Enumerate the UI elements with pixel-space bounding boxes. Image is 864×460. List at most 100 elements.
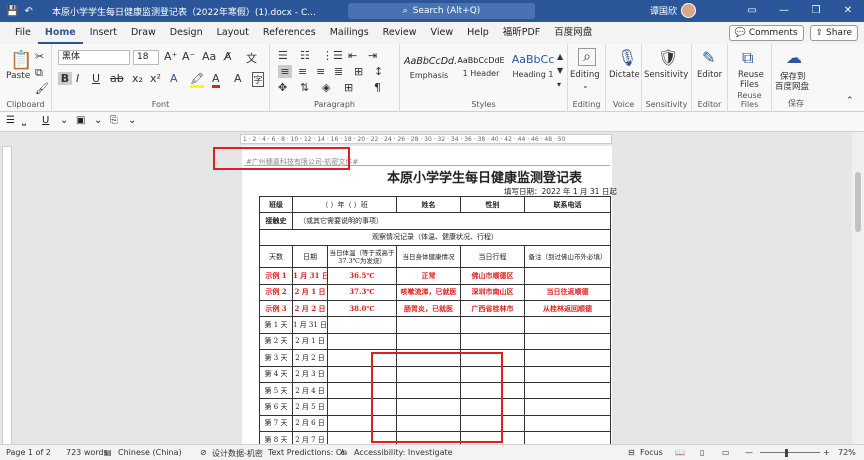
language[interactable]: Chinese (China) xyxy=(118,448,182,457)
align-center-icon[interactable]: ≡ xyxy=(298,65,307,78)
note-cell[interactable] xyxy=(524,381,612,400)
superscript-icon[interactable]: x² xyxy=(150,72,161,85)
increase-indent-icon[interactable]: ⇥ xyxy=(368,49,377,62)
vertical-scrollbar[interactable] xyxy=(852,132,864,444)
underline-quick-icon[interactable]: U xyxy=(42,115,49,126)
tab-view[interactable]: View xyxy=(424,22,461,44)
tab-mailings[interactable]: Mailings xyxy=(323,22,376,44)
strikethrough-icon[interactable]: ab xyxy=(110,72,124,85)
temperature-cell[interactable]: 37.3℃ xyxy=(326,283,398,301)
align-left-icon[interactable]: ≡ xyxy=(278,65,292,78)
baidu-netdisk-label[interactable]: 百度网盘 xyxy=(775,80,809,92)
align-right-icon[interactable]: ≡ xyxy=(316,65,325,78)
files-label[interactable]: Files xyxy=(740,80,759,90)
note-cell[interactable] xyxy=(524,365,612,383)
border-icon[interactable]: ▣ xyxy=(76,115,85,126)
enclose-character-icon[interactable]: 字 xyxy=(252,72,264,87)
zoom-level[interactable]: 72% xyxy=(838,448,856,457)
style-1-header[interactable]: AaBbCcDdE 1 Header xyxy=(456,50,506,88)
tab-design[interactable]: Design xyxy=(163,22,210,44)
date-cell[interactable]: 2 月 3 日 xyxy=(292,365,328,383)
day-cell[interactable]: 示例 1 xyxy=(259,267,293,285)
subscript-icon[interactable]: x₂ xyxy=(132,72,143,85)
text-predictions[interactable]: Text Predictions: On xyxy=(268,448,347,457)
note-cell[interactable] xyxy=(524,332,612,351)
tab-baidu-netdisk[interactable]: 百度网盘 xyxy=(547,22,599,44)
tab-foxit-pdf[interactable]: 福昕PDF xyxy=(496,22,548,44)
restore-icon[interactable]: ❐ xyxy=(800,0,832,22)
tab-review[interactable]: Review xyxy=(376,22,424,44)
text-box-icon[interactable]: ⎵ xyxy=(22,115,26,126)
day-cell[interactable]: 示例 2 xyxy=(259,283,293,301)
tab-insert[interactable]: Insert xyxy=(83,22,124,44)
tab-help[interactable]: Help xyxy=(460,22,496,44)
temperature-cell[interactable]: 36.5℃ xyxy=(326,267,398,285)
temperature-cell[interactable] xyxy=(326,332,398,351)
trip-cell[interactable]: 广西省桂林市 xyxy=(460,299,526,318)
numbering-icon[interactable]: ☷ xyxy=(300,49,310,62)
health-cell[interactable] xyxy=(396,332,462,351)
zoom-slider-handle[interactable] xyxy=(785,449,788,457)
note-cell[interactable] xyxy=(524,398,612,416)
note-cell[interactable] xyxy=(524,349,612,367)
trip-cell[interactable] xyxy=(460,332,526,351)
note-cell[interactable] xyxy=(524,267,612,285)
tab-home[interactable]: Home xyxy=(37,22,83,44)
accessibility-status[interactable]: Accessibility: Investigate xyxy=(354,448,453,457)
document-canvas[interactable]: 1 · 2 · 4 · 6 · 8 · 10 · 12 · 14 · 16 · … xyxy=(0,132,852,444)
day-cell[interactable]: 示例 3 xyxy=(259,299,293,318)
sensitivity-icon[interactable]: 🛡 xyxy=(658,48,678,67)
contact-value[interactable]: （或其它需要说明的事项） xyxy=(291,212,612,230)
tab-references[interactable]: References xyxy=(256,22,323,44)
format-painter-icon[interactable]: 🖌 xyxy=(35,82,49,95)
close-icon[interactable]: ✕ xyxy=(832,0,864,22)
insert-icon[interactable]: ⎘ xyxy=(110,115,118,126)
save-icon[interactable]: 💾 xyxy=(6,6,18,17)
style-heading-1[interactable]: AaBbCc Heading 1 xyxy=(508,50,558,88)
print-layout-icon[interactable]: ▯ xyxy=(700,448,704,457)
distributed-icon[interactable]: ⊞ xyxy=(354,65,363,78)
editor-icon[interactable]: ✎ xyxy=(702,48,715,67)
paste-icon[interactable]: 📋 xyxy=(10,50,32,71)
font-color-icon[interactable]: A xyxy=(212,72,220,88)
note-cell[interactable]: 当日往返顺德 xyxy=(524,283,612,301)
focus-mode[interactable]: Focus xyxy=(640,448,663,457)
date-cell[interactable]: 2 月 2 日 xyxy=(292,349,328,367)
horizontal-ruler[interactable]: 1 · 2 · 4 · 6 · 8 · 10 · 12 · 14 · 16 · … xyxy=(240,134,612,144)
line-spacing-icon[interactable]: ↕ xyxy=(374,65,383,78)
trip-cell[interactable]: 深圳市南山区 xyxy=(460,283,526,301)
justify-icon[interactable]: ≣ xyxy=(334,65,343,78)
list-icon[interactable]: ☰ xyxy=(6,115,15,126)
proofing-icon[interactable]: ▤ xyxy=(104,448,112,457)
trip-cell[interactable]: 佛山市顺德区 xyxy=(460,267,526,285)
sort-icon[interactable]: ⇅ xyxy=(300,81,309,94)
day-cell[interactable]: 第 8 天 xyxy=(259,431,293,444)
date-cell[interactable]: 2 月 7 日 xyxy=(292,431,328,444)
scrollbar-thumb[interactable] xyxy=(855,172,861,232)
note-cell[interactable] xyxy=(524,414,612,433)
temperature-cell[interactable] xyxy=(326,316,398,334)
zoom-out-icon[interactable]: — xyxy=(745,448,753,457)
styles-more-icon[interactable]: ▾ xyxy=(557,80,561,89)
temperature-cell[interactable]: 38.0℃ xyxy=(326,299,398,318)
chinese-layout-icon[interactable]: ✥ xyxy=(278,81,287,94)
clear-formatting-icon[interactable]: A̸ xyxy=(224,50,232,63)
day-cell[interactable]: 第 1 天 xyxy=(259,316,293,334)
undo-icon[interactable]: ↶ xyxy=(24,6,32,17)
bold-icon[interactable]: B xyxy=(58,72,72,85)
cut-icon[interactable]: ✂ xyxy=(35,50,44,63)
font-family-dropdown[interactable]: 黑体 xyxy=(58,50,130,65)
tab-layout[interactable]: Layout xyxy=(210,22,256,44)
health-cell[interactable]: 咳嗽流涕，已就医 xyxy=(396,283,462,301)
date-cell[interactable]: 1 月 31 日 xyxy=(292,316,328,334)
style-emphasis[interactable]: AaBbCcDd. Emphasis xyxy=(404,50,457,88)
editor-button[interactable]: Editor xyxy=(697,70,722,80)
comments-button[interactable]: 💬 Comments xyxy=(728,25,804,41)
bullets-icon[interactable]: ☰ xyxy=(278,49,288,62)
minimize-icon[interactable]: — xyxy=(768,0,800,22)
health-cell[interactable]: 正常 xyxy=(396,267,462,285)
day-cell[interactable]: 第 2 天 xyxy=(259,332,293,351)
date-cell[interactable]: 2 月 4 日 xyxy=(292,381,328,400)
reuse-label[interactable]: Reuse xyxy=(738,70,764,80)
read-mode-icon[interactable]: 📖 xyxy=(675,448,685,457)
